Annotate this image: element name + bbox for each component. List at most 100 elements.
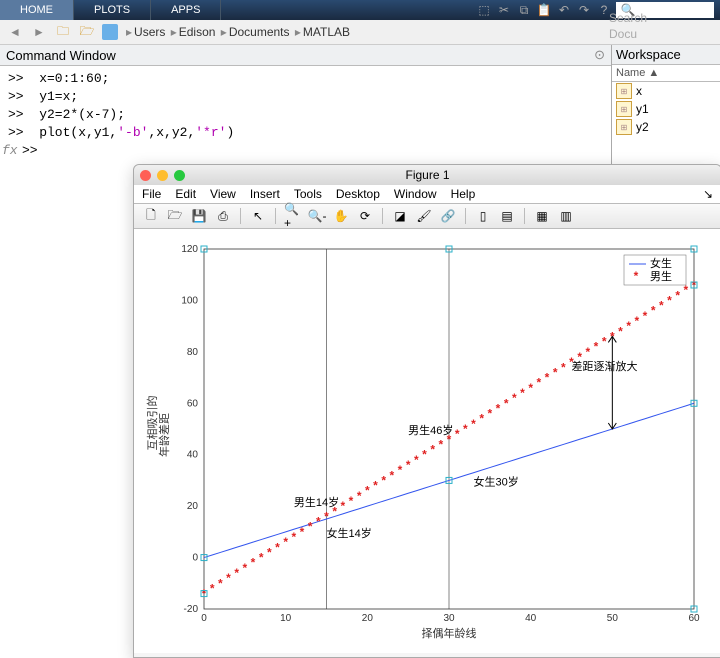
svg-text:*: * xyxy=(634,314,639,328)
close-icon[interactable] xyxy=(140,170,151,181)
svg-text:*: * xyxy=(275,540,280,554)
svg-text:*: * xyxy=(626,319,631,333)
svg-text:0: 0 xyxy=(201,613,207,624)
svg-text:*: * xyxy=(561,360,566,374)
svg-text:*: * xyxy=(528,381,533,395)
menu-desktop[interactable]: Desktop xyxy=(336,187,380,201)
save-icon[interactable]: ⬚ xyxy=(476,2,492,18)
pan-icon[interactable]: ✋ xyxy=(332,207,350,225)
minimize-icon[interactable] xyxy=(157,170,168,181)
svg-text:*: * xyxy=(324,509,329,523)
variable-icon: ⊞ xyxy=(616,119,632,135)
paste-icon[interactable]: 📋 xyxy=(536,2,552,18)
menu-file[interactable]: File xyxy=(142,187,161,201)
menu-insert[interactable]: Insert xyxy=(250,187,280,201)
breadcrumb[interactable]: ▸Users ▸Edison ▸Documents ▸MATLAB xyxy=(124,25,350,39)
svg-text:*: * xyxy=(365,484,370,498)
variable-icon: ⊞ xyxy=(616,101,632,117)
svg-text:*: * xyxy=(267,545,272,559)
search-input[interactable]: 🔍Search Docu xyxy=(616,2,714,18)
svg-text:男生: 男生 xyxy=(650,269,672,283)
svg-text:*: * xyxy=(667,293,672,307)
workspace-header-name[interactable]: Name ▲ xyxy=(612,65,720,82)
plot-axes[interactable]: 0102030405060-20020406080100120择偶年龄线互相吸引… xyxy=(134,229,720,653)
svg-text:女生: 女生 xyxy=(650,256,672,270)
open-icon[interactable]: 🗁 xyxy=(166,207,184,225)
forward-icon[interactable]: ► xyxy=(30,23,48,41)
print-icon[interactable]: ⎙ xyxy=(214,207,232,225)
colorbar-icon[interactable]: ▯ xyxy=(474,207,492,225)
redo-icon[interactable]: ↷ xyxy=(576,2,592,18)
copy-icon[interactable]: ⧉ xyxy=(516,2,532,18)
svg-text:*: * xyxy=(210,581,215,595)
annotation-icon[interactable]: ▦ xyxy=(533,207,551,225)
cut-icon[interactable]: ✂ xyxy=(496,2,512,18)
menu-chevron-icon[interactable]: ↘ xyxy=(703,187,713,201)
cmd-line: >> x=0:1:60; xyxy=(8,70,603,88)
plot-tools-icon[interactable]: ▥ xyxy=(557,207,575,225)
svg-text:*: * xyxy=(316,515,321,529)
zoom-in-icon[interactable]: 🔍+ xyxy=(284,207,302,225)
svg-text:*: * xyxy=(389,468,394,482)
svg-text:*: * xyxy=(618,324,623,338)
svg-text:*: * xyxy=(300,525,305,539)
svg-text:*: * xyxy=(226,571,231,585)
zoom-out-icon[interactable]: 🔍- xyxy=(308,207,326,225)
menu-help[interactable]: Help xyxy=(451,187,476,201)
svg-text:男生14岁: 男生14岁 xyxy=(294,495,339,509)
menu-edit[interactable]: Edit xyxy=(175,187,196,201)
svg-text:*: * xyxy=(251,556,256,570)
svg-text:*: * xyxy=(634,269,639,283)
workspace-var[interactable]: ⊞y2 xyxy=(612,118,720,136)
menu-window[interactable]: Window xyxy=(394,187,437,201)
svg-text:*: * xyxy=(406,458,411,472)
svg-text:*: * xyxy=(520,386,525,400)
pane-menu-icon[interactable]: ⊙ xyxy=(594,47,605,63)
workspace-var[interactable]: ⊞y1 xyxy=(612,100,720,118)
legend-icon[interactable]: ▤ xyxy=(498,207,516,225)
svg-text:*: * xyxy=(692,278,697,292)
menu-view[interactable]: View xyxy=(210,187,236,201)
svg-text:*: * xyxy=(291,530,296,544)
tab-apps[interactable]: APPS xyxy=(151,0,221,20)
data-cursor-icon[interactable]: ◪ xyxy=(391,207,409,225)
svg-text:*: * xyxy=(283,535,288,549)
cmd-prompt[interactable]: fx>> xyxy=(8,142,603,160)
figure-titlebar[interactable]: Figure 1 xyxy=(134,165,720,185)
svg-text:*: * xyxy=(536,376,541,390)
svg-text:*: * xyxy=(512,391,517,405)
svg-text:*: * xyxy=(242,561,247,575)
svg-text:*: * xyxy=(659,299,664,313)
svg-text:*: * xyxy=(496,401,501,415)
cmd-line: >> y1=x; xyxy=(8,88,603,106)
link-icon[interactable]: 🔗 xyxy=(439,207,457,225)
tab-home[interactable]: HOME xyxy=(0,0,74,20)
svg-text:*: * xyxy=(349,494,354,508)
workspace-var[interactable]: ⊞x xyxy=(612,82,720,100)
maximize-icon[interactable] xyxy=(174,170,185,181)
save-icon[interactable]: 💾 xyxy=(190,207,208,225)
cmd-line: >> y2=2*(x-7); xyxy=(8,106,603,124)
svg-text:120: 120 xyxy=(181,244,198,255)
svg-text:*: * xyxy=(675,288,680,302)
new-figure-icon[interactable]: 🗋 xyxy=(142,207,160,225)
svg-text:*: * xyxy=(594,340,599,354)
folder-icon[interactable] xyxy=(102,24,118,40)
back-icon[interactable]: ◄ xyxy=(6,23,24,41)
svg-text:女生30岁: 女生30岁 xyxy=(474,475,519,489)
main-toolbar: HOME PLOTS APPS ⬚ ✂ ⧉ 📋 ↶ ↷ ? 🔍Search Do… xyxy=(0,0,720,20)
svg-text:年龄差距: 年龄差距 xyxy=(157,413,171,457)
svg-text:*: * xyxy=(340,499,345,513)
browse-folder-icon[interactable]: 🗁 xyxy=(78,23,96,41)
brush-icon[interactable]: 🖌 xyxy=(415,207,433,225)
svg-text:*: * xyxy=(373,479,378,493)
rotate-icon[interactable]: ⟳ xyxy=(356,207,374,225)
menu-tools[interactable]: Tools xyxy=(294,187,322,201)
svg-text:*: * xyxy=(643,309,648,323)
svg-text:*: * xyxy=(471,417,476,431)
tab-plots[interactable]: PLOTS xyxy=(74,0,151,20)
up-folder-icon[interactable]: 🗀 xyxy=(54,23,72,41)
undo-icon[interactable]: ↶ xyxy=(556,2,572,18)
svg-text:50: 50 xyxy=(607,613,619,624)
pointer-icon[interactable]: ↖ xyxy=(249,207,267,225)
